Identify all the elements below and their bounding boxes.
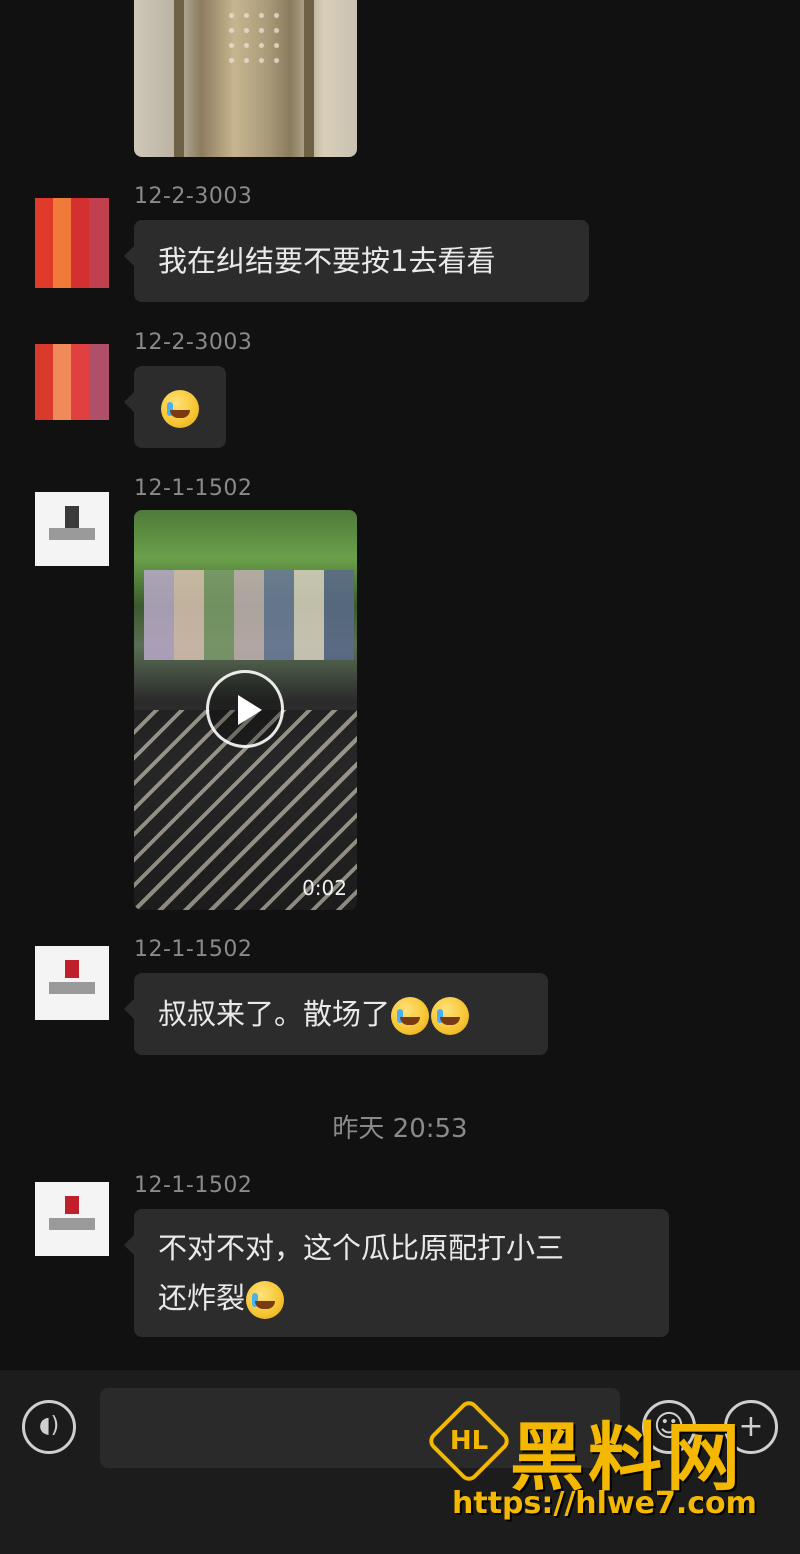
message-bubble[interactable] <box>124 366 226 448</box>
image-message-thumbnail[interactable] <box>134 0 357 157</box>
face-with-tears-emoji <box>246 1281 285 1319</box>
sender-name: 12-1-1502 <box>134 476 253 501</box>
face-with-tears-emoji <box>391 997 430 1035</box>
avatar[interactable] <box>35 1182 109 1256</box>
message-text: 我在纠结要不要按1去看看 <box>158 244 496 278</box>
face-with-tears-emoji <box>161 390 199 428</box>
message-text-line: 不对不对，这个瓜比原配打小三 <box>158 1231 565 1265</box>
message-bubble[interactable]: 不对不对，这个瓜比原配打小三 还炸裂 <box>124 1209 669 1337</box>
face-with-tears-emoji <box>431 997 470 1035</box>
message-bubble[interactable]: 我在纠结要不要按1去看看 <box>124 220 589 302</box>
video-duration: 0:02 <box>302 876 347 900</box>
message-text-line: 还炸裂 <box>158 1281 246 1315</box>
sound-wave-icon: ◖) <box>39 1413 60 1438</box>
watermark-url: https://hlwe7.com <box>452 1486 757 1521</box>
chat-screen: 12-2-3003 我在纠结要不要按1去看看 12-2-3003 12-1-15… <box>0 0 800 1554</box>
sender-name: 12-1-1502 <box>134 937 253 962</box>
avatar[interactable] <box>35 946 109 1020</box>
avatar[interactable] <box>35 344 109 420</box>
avatar[interactable] <box>35 492 109 566</box>
play-icon[interactable] <box>206 670 284 748</box>
sender-name: 12-1-1502 <box>134 1173 253 1198</box>
video-message[interactable]: 0:02 <box>134 510 357 910</box>
message-text: 叔叔来了。散场了 <box>158 997 391 1031</box>
message-bubble[interactable]: 叔叔来了。散场了 <box>124 973 548 1055</box>
avatar[interactable] <box>35 198 109 288</box>
voice-input-button[interactable]: ◖) <box>22 1400 76 1454</box>
sender-name: 12-2-3003 <box>134 330 253 355</box>
sender-name: 12-2-3003 <box>134 184 253 209</box>
chat-timestamp: 昨天 20:53 <box>332 1114 468 1144</box>
